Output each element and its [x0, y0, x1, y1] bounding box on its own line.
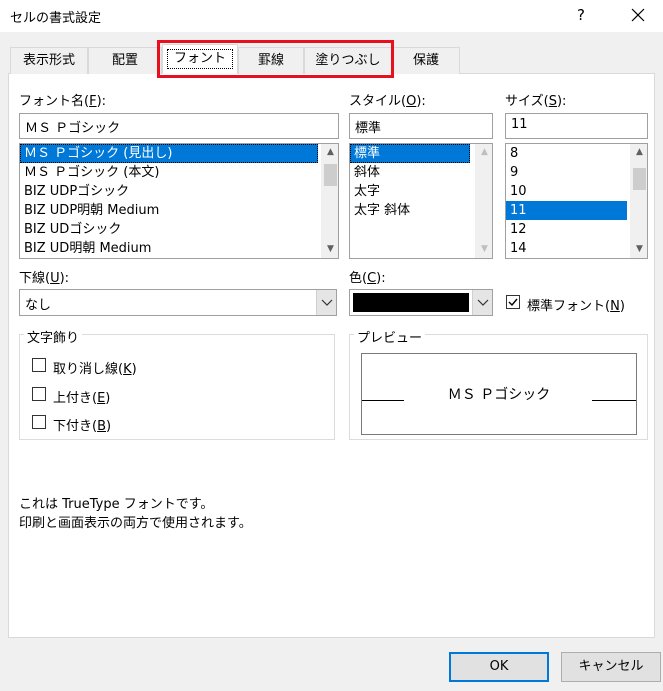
tab-label: 表示形式 — [22, 53, 75, 68]
style-list-scrollbar[interactable]: ▲ ▼ — [475, 144, 492, 258]
font-list-scrollbar[interactable]: ▲ ▼ — [321, 144, 338, 258]
list-item[interactable]: ＭＳ Ｐゴシック (本文) — [20, 163, 338, 182]
underline-label: 下線(U): — [19, 271, 70, 286]
list-item[interactable]: 太字 斜体 — [350, 201, 492, 220]
list-item[interactable]: BIZ UDP明朝 Medium — [20, 201, 338, 220]
chevron-up-icon[interactable]: ▲ — [322, 144, 338, 161]
help-icon: ? — [577, 6, 585, 24]
list-item[interactable]: 10 — [506, 182, 647, 201]
info-line-1: これは TrueType フォントです。 — [19, 497, 214, 512]
color-swatch — [353, 293, 469, 312]
tab-alignment[interactable]: 配置 — [88, 47, 162, 74]
color-select[interactable] — [349, 289, 493, 316]
checkmark-icon — [508, 298, 518, 307]
strikethrough-checkbox[interactable] — [32, 358, 46, 372]
preview-text: ＭＳ Ｐゴシック — [447, 387, 551, 403]
chevron-down-icon — [477, 299, 489, 306]
scroll-thumb[interactable] — [633, 168, 646, 190]
close-button[interactable] — [622, 2, 654, 28]
tab-font[interactable]: フォント — [162, 44, 238, 74]
tab-number-format[interactable]: 表示形式 — [10, 47, 88, 74]
chevron-up-icon[interactable]: ▲ — [631, 144, 647, 161]
cancel-button[interactable]: キャンセル — [561, 652, 661, 682]
list-item[interactable]: 11 — [506, 201, 627, 220]
chevron-down-icon[interactable]: ▼ — [322, 241, 338, 258]
list-item[interactable]: BIZ UD明朝 Medium — [20, 239, 338, 258]
close-icon — [631, 8, 645, 22]
superscript-checkbox[interactable] — [32, 387, 46, 401]
superscript-label[interactable]: 上付き(E) — [53, 387, 110, 406]
list-item[interactable]: 太字 — [350, 182, 492, 201]
window-title: セルの書式設定 — [10, 11, 102, 26]
list-item[interactable]: 8 — [506, 144, 647, 163]
subscript-checkbox[interactable] — [32, 415, 46, 429]
color-label: 色(C): — [349, 271, 386, 286]
tab-protection[interactable]: 保護 — [392, 47, 460, 74]
chevron-up-icon[interactable]: ▲ — [476, 144, 492, 161]
subscript-label[interactable]: 下付き(B) — [53, 415, 111, 434]
tab-label: 罫線 — [257, 53, 284, 68]
help-button[interactable]: ? — [568, 2, 594, 28]
info-line-2: 印刷と画面表示の両方で使用されます。 — [19, 516, 252, 531]
tab-label: 保護 — [412, 53, 439, 68]
underline-value: なし — [25, 298, 52, 313]
style-label: スタイル(O): — [349, 94, 426, 109]
scroll-thumb[interactable] — [324, 164, 337, 186]
font-name-label: フォント名(F): — [19, 94, 107, 109]
font-name-list[interactable]: ＭＳ Ｐゴシック (見出し) ＭＳ Ｐゴシック (本文) BIZ UDPゴシック… — [19, 143, 339, 259]
list-item[interactable]: 斜体 — [350, 163, 492, 182]
normal-font-checkbox[interactable] — [506, 295, 520, 309]
title-bar: セルの書式設定 ? — [0, 0, 663, 32]
ok-button[interactable]: OK — [449, 652, 549, 682]
color-dropdown-button[interactable] — [472, 290, 492, 315]
size-list-scrollbar[interactable]: ▲ ▼ — [630, 144, 647, 258]
tab-border[interactable]: 罫線 — [238, 47, 304, 74]
strikethrough-label[interactable]: 取り消し線(K) — [53, 358, 137, 377]
size-input[interactable]: 11 — [505, 113, 648, 139]
list-item[interactable]: 12 — [506, 220, 647, 239]
preview-box: ＭＳ Ｐゴシック — [361, 353, 637, 435]
font-name-input[interactable]: ＭＳ Ｐゴシック — [19, 113, 339, 139]
size-list[interactable]: 8 9 10 11 12 14 ▲ ▼ — [505, 143, 648, 259]
underline-dropdown-button[interactable] — [316, 290, 336, 315]
underline-select[interactable]: なし — [19, 289, 337, 316]
list-item[interactable]: 14 — [506, 239, 647, 258]
preview-group-title: プレビュー — [354, 327, 426, 346]
tab-label: 配置 — [111, 53, 138, 68]
tab-label: フォント — [166, 49, 233, 69]
list-item[interactable]: 9 — [506, 163, 647, 182]
list-item[interactable]: BIZ UDPゴシック — [20, 182, 338, 201]
style-input[interactable]: 標準 — [349, 113, 493, 139]
tab-fill[interactable]: 塗りつぶし — [304, 47, 392, 74]
list-item[interactable]: 標準 — [350, 144, 470, 163]
effects-group-title: 文字飾り — [24, 327, 83, 346]
size-label: サイズ(S): — [505, 94, 567, 109]
style-list[interactable]: 標準 斜体 太字 太字 斜体 ▲ ▼ — [349, 143, 493, 259]
normal-font-label[interactable]: 標準フォント(N) — [527, 295, 625, 314]
list-item[interactable]: ＭＳ Ｐゴシック (見出し) — [20, 144, 318, 163]
chevron-down-icon[interactable]: ▼ — [476, 241, 492, 258]
chevron-down-icon[interactable]: ▼ — [631, 241, 647, 258]
list-item[interactable]: BIZ UDゴシック — [20, 220, 338, 239]
chevron-down-icon — [321, 299, 333, 306]
tab-label: 塗りつぶし — [315, 53, 381, 68]
